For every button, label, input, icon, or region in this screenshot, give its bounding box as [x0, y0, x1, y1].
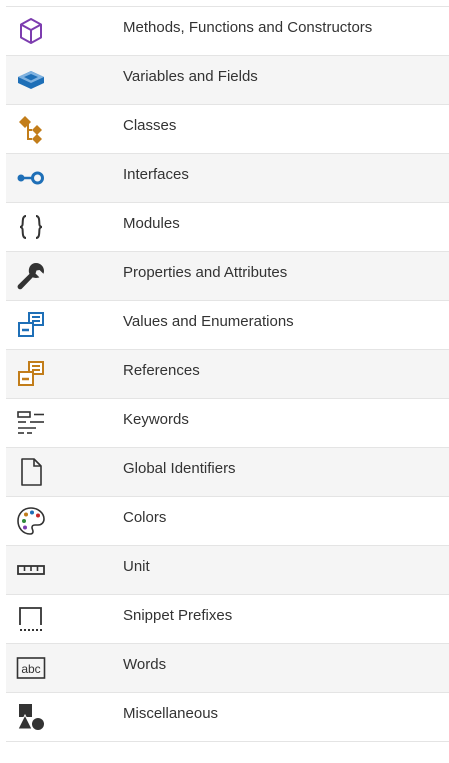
legend-row: Global Identifiers — [6, 448, 449, 497]
file-icon — [16, 457, 46, 487]
row-label: Colors — [123, 509, 167, 526]
method-cube-icon — [16, 16, 46, 46]
row-label: Unit — [123, 558, 150, 575]
legend-row: Properties and Attributes — [6, 252, 449, 301]
legend-row: Interfaces — [6, 154, 449, 203]
row-label: Methods, Functions and Constructors — [123, 19, 373, 36]
legend-row: Modules — [6, 203, 449, 252]
legend-row: Methods, Functions and Constructors — [6, 7, 449, 56]
icon-legend-table: Methods, Functions and Constructors Vari… — [6, 6, 449, 742]
legend-row: Colors — [6, 497, 449, 546]
legend-row: Variables and Fields — [6, 56, 449, 105]
row-label: Global Identifiers — [123, 460, 236, 477]
legend-row: Miscellaneous — [6, 693, 449, 742]
enum-icon — [16, 310, 46, 340]
row-label: Values and Enumerations — [123, 313, 294, 330]
shapes-icon — [16, 702, 46, 732]
variable-box-icon — [16, 65, 46, 95]
abc-text: abc — [21, 662, 40, 676]
row-label: Classes — [123, 117, 177, 134]
braces-icon — [16, 212, 46, 242]
row-label: Keywords — [123, 411, 189, 428]
legend-row: abc Words — [6, 644, 449, 693]
row-label: Miscellaneous — [123, 705, 219, 722]
text-abc-icon: abc — [16, 653, 46, 683]
snippet-icon — [16, 604, 46, 634]
palette-icon — [16, 506, 46, 536]
legend-row: Unit — [6, 546, 449, 595]
legend-row: Snippet Prefixes — [6, 595, 449, 644]
legend-row: Values and Enumerations — [6, 301, 449, 350]
legend-row: Classes — [6, 105, 449, 154]
row-label: Modules — [123, 215, 180, 232]
legend-row: Keywords — [6, 399, 449, 448]
row-label: References — [123, 362, 200, 379]
interface-icon — [16, 163, 46, 193]
row-label: Properties and Attributes — [123, 264, 288, 281]
legend-row: References — [6, 350, 449, 399]
class-icon — [16, 114, 46, 144]
row-label: Snippet Prefixes — [123, 607, 233, 624]
row-label: Variables and Fields — [123, 68, 258, 85]
wrench-icon — [16, 261, 46, 291]
keyword-icon — [16, 408, 46, 438]
row-label: Words — [123, 656, 167, 673]
row-label: Interfaces — [123, 166, 189, 183]
ruler-icon — [16, 555, 46, 585]
reference-icon — [16, 359, 46, 389]
